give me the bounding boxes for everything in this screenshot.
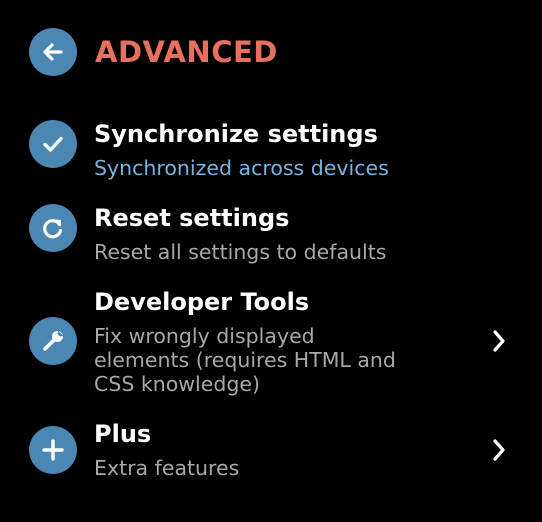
developer-tools-badge: [29, 317, 77, 365]
menu-item-plus[interactable]: Plus Extra features: [29, 420, 542, 482]
reset-icon-badge: [29, 204, 77, 252]
arrow-left-icon: [43, 43, 63, 61]
header: ADVANCED: [29, 28, 278, 76]
menu-item-subtitle-line: CSS knowledge): [94, 372, 260, 396]
menu-item-subtitle: Reset all settings to defaults: [94, 240, 387, 264]
plus-badge: [29, 426, 77, 474]
plus-icon: [42, 439, 64, 461]
sync-status-badge: [29, 120, 77, 168]
menu-item-title: Synchronize settings: [94, 120, 378, 148]
chevron-right-icon: [487, 436, 511, 464]
back-button[interactable]: [29, 28, 77, 76]
menu-item-developer-tools[interactable]: Developer Tools Fix wrongly displayed el…: [29, 288, 542, 398]
wrench-icon: [43, 330, 64, 351]
check-icon: [43, 136, 63, 152]
menu-item-title: Plus: [94, 420, 152, 448]
menu-item-subtitle: Synchronized across devices: [94, 156, 389, 180]
menu-item-subtitle-line: Fix wrongly displayed: [94, 324, 315, 348]
menu-item-title: Developer Tools: [94, 288, 310, 316]
menu-item-subtitle-line: elements (requires HTML and: [94, 348, 396, 372]
page-title: ADVANCED: [95, 35, 278, 69]
menu-item-synchronize-settings[interactable]: Synchronize settings Synchronized across…: [29, 120, 542, 182]
menu-item-title: Reset settings: [94, 204, 290, 232]
menu-item-reset-settings[interactable]: Reset settings Reset all settings to def…: [29, 204, 542, 266]
refresh-icon: [43, 219, 63, 239]
chevron-right-icon: [487, 327, 511, 355]
menu-item-subtitle: Extra features: [94, 456, 240, 480]
